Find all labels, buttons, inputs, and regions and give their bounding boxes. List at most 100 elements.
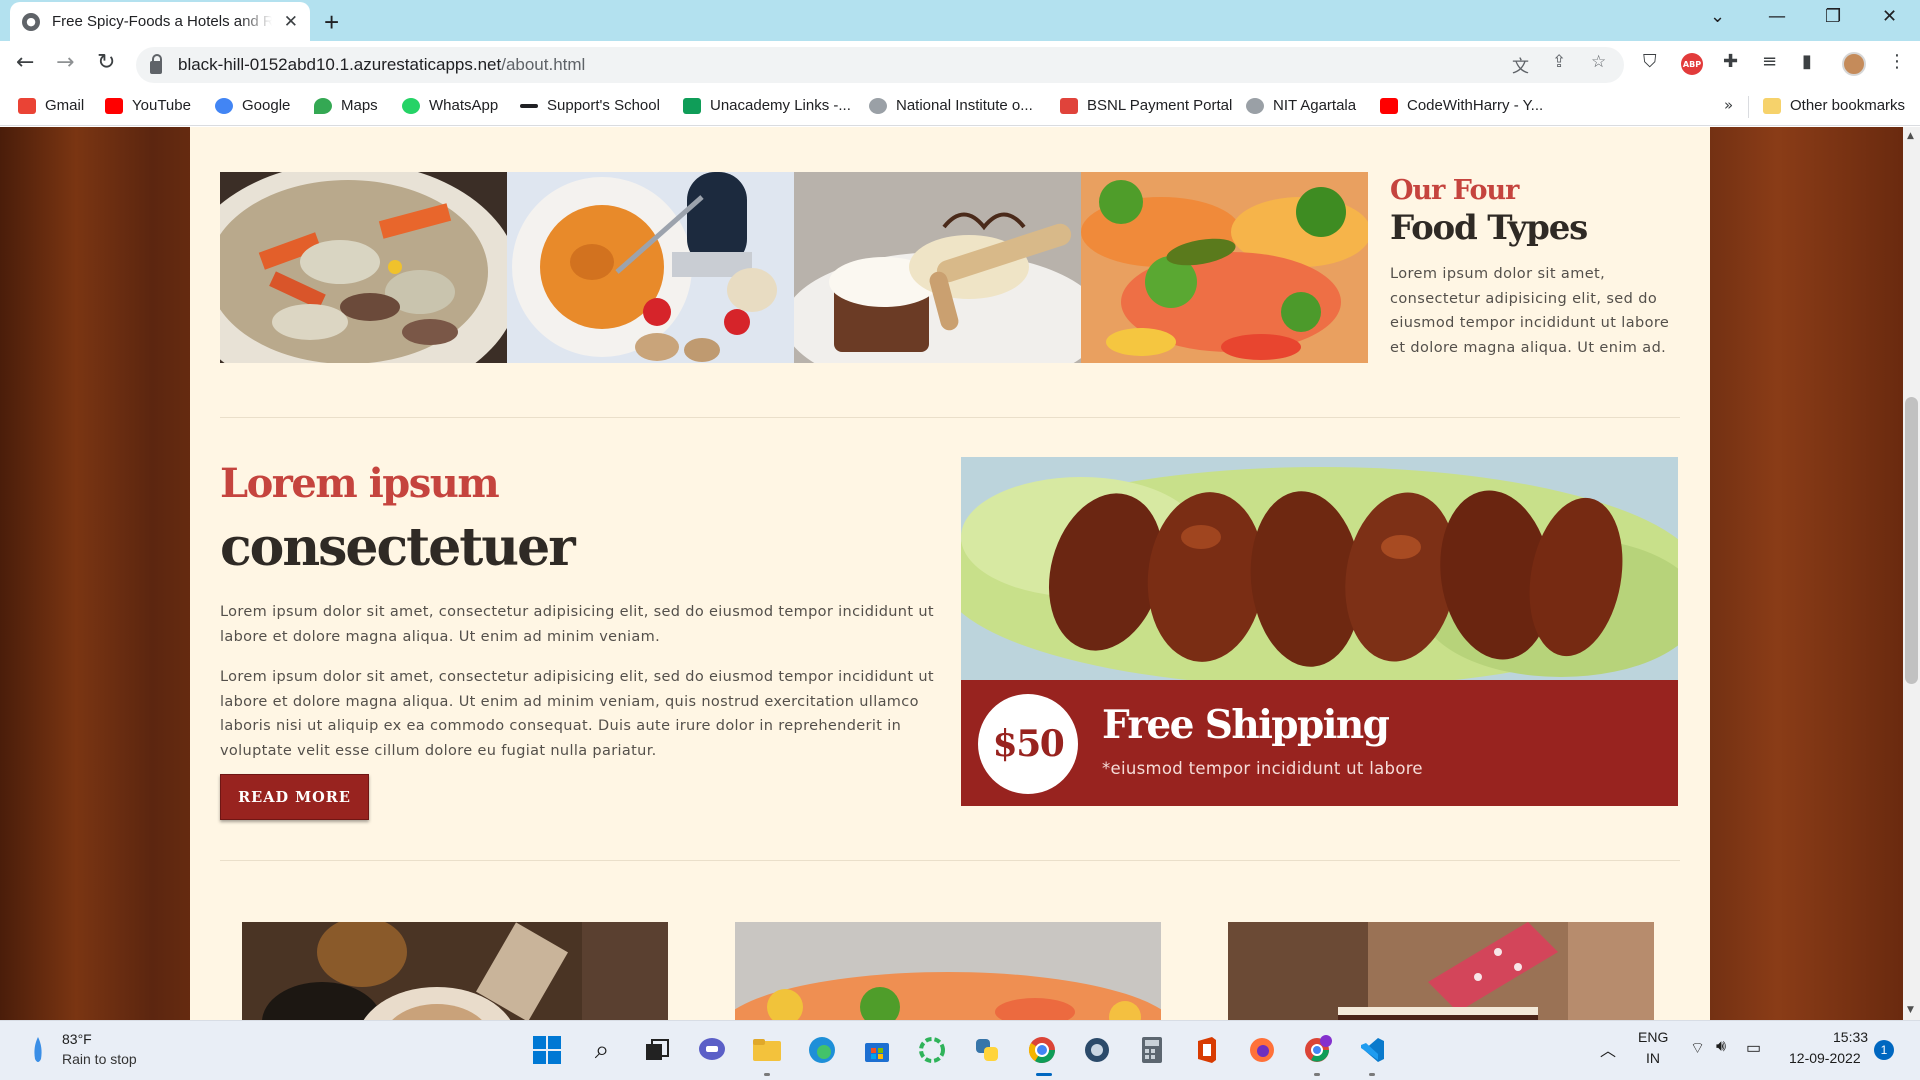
read-more-button[interactable]: READ MORE [220,774,369,820]
browser-toolbar: ← → ↻ black-hill-0152abd10.1.azurestatic… [0,41,1920,88]
food-image-stew [220,172,507,363]
new-tab-icon[interactable]: + [324,7,339,38]
back-icon[interactable]: ← [16,50,34,75]
nit-icon [1246,97,1264,114]
shipping-subtitle: *eiusmod tempor incididunt ut labore [1102,759,1423,778]
food-types-text: Lorem ipsum dolor sit amet, consectetur … [1390,266,1670,356]
profile-avatar[interactable] [1842,52,1866,76]
bookmark-unacademy[interactable]: Unacademy Links -... [683,97,851,114]
food-types-title: Food Types [1390,208,1588,248]
clock-date[interactable]: 12-09-2022 [1789,1050,1861,1066]
store-icon[interactable] [861,1034,893,1066]
tab-search-chevron-icon[interactable]: ⌄ [1710,6,1725,27]
extensions-puzzle-icon[interactable]: ✚ [1723,51,1738,72]
gallery-image-cake [1228,922,1654,1020]
scroll-down-icon[interactable]: ▼ [1907,1005,1914,1015]
windows-taskbar: 83°F Rain to stop ⌕ ︿ ENG IN ⌔ 🔊︎ ▭ 15:3… [0,1020,1920,1080]
close-window-icon[interactable]: ✕ [1882,6,1897,27]
circular-app-icon[interactable] [916,1034,948,1066]
vscode-icon[interactable] [1356,1034,1388,1066]
bookmark-codewithharry[interactable]: CodeWithHarry - Y... [1380,97,1543,114]
forward-icon[interactable]: → [56,50,74,75]
sheets-icon [683,97,701,114]
food-types-pretitle: Our Four [1390,175,1519,206]
other-bookmarks[interactable]: Other bookmarks [1763,97,1905,114]
bookmark-supports-school[interactable]: Support's School [520,97,660,114]
shield-extension-icon[interactable]: ⛉ [1643,51,1657,72]
free-shipping-banner: $50 Free Shipping *eiusmod tempor incidi… [961,680,1678,806]
shipping-price-badge: $50 [978,694,1078,794]
youtube-icon [105,97,123,114]
bookmark-bsnl[interactable]: BSNL Payment Portal [1060,97,1232,114]
restore-icon[interactable]: ❐ [1825,6,1841,27]
food-types-block: Our Four Food Types Lorem ipsum dolor si… [1390,175,1680,360]
bookmark-national-institute[interactable]: National Institute o... [869,97,1033,114]
calculator-icon[interactable] [1136,1034,1168,1066]
scroll-up-icon[interactable]: ▲ [1907,131,1914,141]
side-panel-icon[interactable]: ▮ [1802,51,1812,72]
language-bottom[interactable]: IN [1646,1050,1660,1066]
translate-icon[interactable]: 文 [1512,52,1529,77]
food-image-soup [507,172,794,363]
url-host: black-hill-0152abd10.1.azurestaticapps.n… [178,55,502,74]
section-divider [220,860,1680,861]
chrome-profile-icon[interactable] [1301,1034,1333,1066]
reload-icon[interactable]: ↻ [97,50,115,75]
youtube-icon [1380,97,1398,114]
media-player-icon[interactable] [1081,1034,1113,1066]
about-title: consectetuer [220,517,576,578]
tray-overflow-chevron-icon[interactable]: ︿ [1600,1037,1616,1061]
bookmark-star-icon[interactable]: ☆ [1591,52,1606,72]
institute-icon [869,97,887,114]
task-view-icon[interactable] [641,1034,673,1066]
lock-icon[interactable] [150,53,162,74]
weather-description[interactable]: Rain to stop [62,1051,137,1067]
about-paragraph-2: Lorem ipsum dolor sit amet, consectetur … [220,669,934,759]
gallery-image-coffee [242,922,668,1020]
teams-chat-icon[interactable] [696,1034,728,1066]
notification-badge[interactable]: 1 [1874,1040,1894,1060]
bookmark-gmail[interactable]: Gmail [18,97,84,114]
bookmark-google[interactable]: Google [215,97,290,114]
firefox-icon[interactable] [1246,1034,1278,1066]
search-icon[interactable]: ⌕ [586,1034,618,1066]
more-bookmarks-icon[interactable]: » [1724,96,1733,114]
active-tab[interactable]: ● Free Spicy-Foods a Hotels and Restaura… [10,2,310,41]
running-indicator [1314,1073,1320,1076]
maps-icon [314,97,332,114]
weather-temperature[interactable]: 83°F [62,1031,92,1047]
tab-title: Free Spicy-Foods a Hotels and Restaurant… [52,13,272,30]
chicken-wings-image [961,457,1678,680]
chrome-icon[interactable] [1026,1034,1058,1066]
bookmark-nit-agartala[interactable]: NIT Agartala [1246,97,1356,114]
volume-icon[interactable]: 🔊︎ [1716,1038,1726,1056]
address-bar[interactable]: black-hill-0152abd10.1.azurestaticapps.n… [136,47,1624,83]
share-icon[interactable]: ⇪ [1552,52,1566,72]
menu-kebab-icon[interactable]: ⋮ [1888,51,1906,72]
food-image-salad [1081,172,1368,363]
shipping-title: Free Shipping [1102,702,1390,748]
bookmark-maps[interactable]: Maps [314,97,378,114]
wifi-icon[interactable]: ⌔ [1690,1038,1705,1058]
language-top[interactable]: ENG [1638,1029,1668,1045]
page-scrollbar[interactable]: ▲ ▼ [1903,127,1920,1020]
active-indicator [1036,1073,1052,1076]
windows-start-icon[interactable] [531,1034,563,1066]
media-queue-icon[interactable]: ≡ [1762,51,1777,72]
scrollbar-thumb[interactable] [1905,397,1918,684]
bookmark-whatsapp[interactable]: WhatsApp [402,97,498,114]
minimize-icon[interactable]: — [1768,6,1786,27]
clock-time[interactable]: 15:33 [1833,1029,1868,1045]
url-path: /about.html [501,55,586,74]
edge-icon[interactable] [806,1034,838,1066]
page-viewport: Our Four Food Types Lorem ipsum dolor si… [0,127,1903,1020]
adblock-plus-icon[interactable]: ABP [1681,53,1703,75]
bookmark-youtube[interactable]: YouTube [105,97,191,114]
close-tab-icon[interactable]: ✕ [284,12,298,32]
about-paragraph-1: Lorem ipsum dolor sit amet, consectetur … [220,604,934,645]
python-icon[interactable] [971,1034,1003,1066]
file-explorer-icon[interactable] [751,1034,783,1066]
battery-icon[interactable]: ▭ [1746,1038,1761,1058]
gallery-image-salad [735,922,1161,1020]
office-icon[interactable] [1191,1034,1223,1066]
